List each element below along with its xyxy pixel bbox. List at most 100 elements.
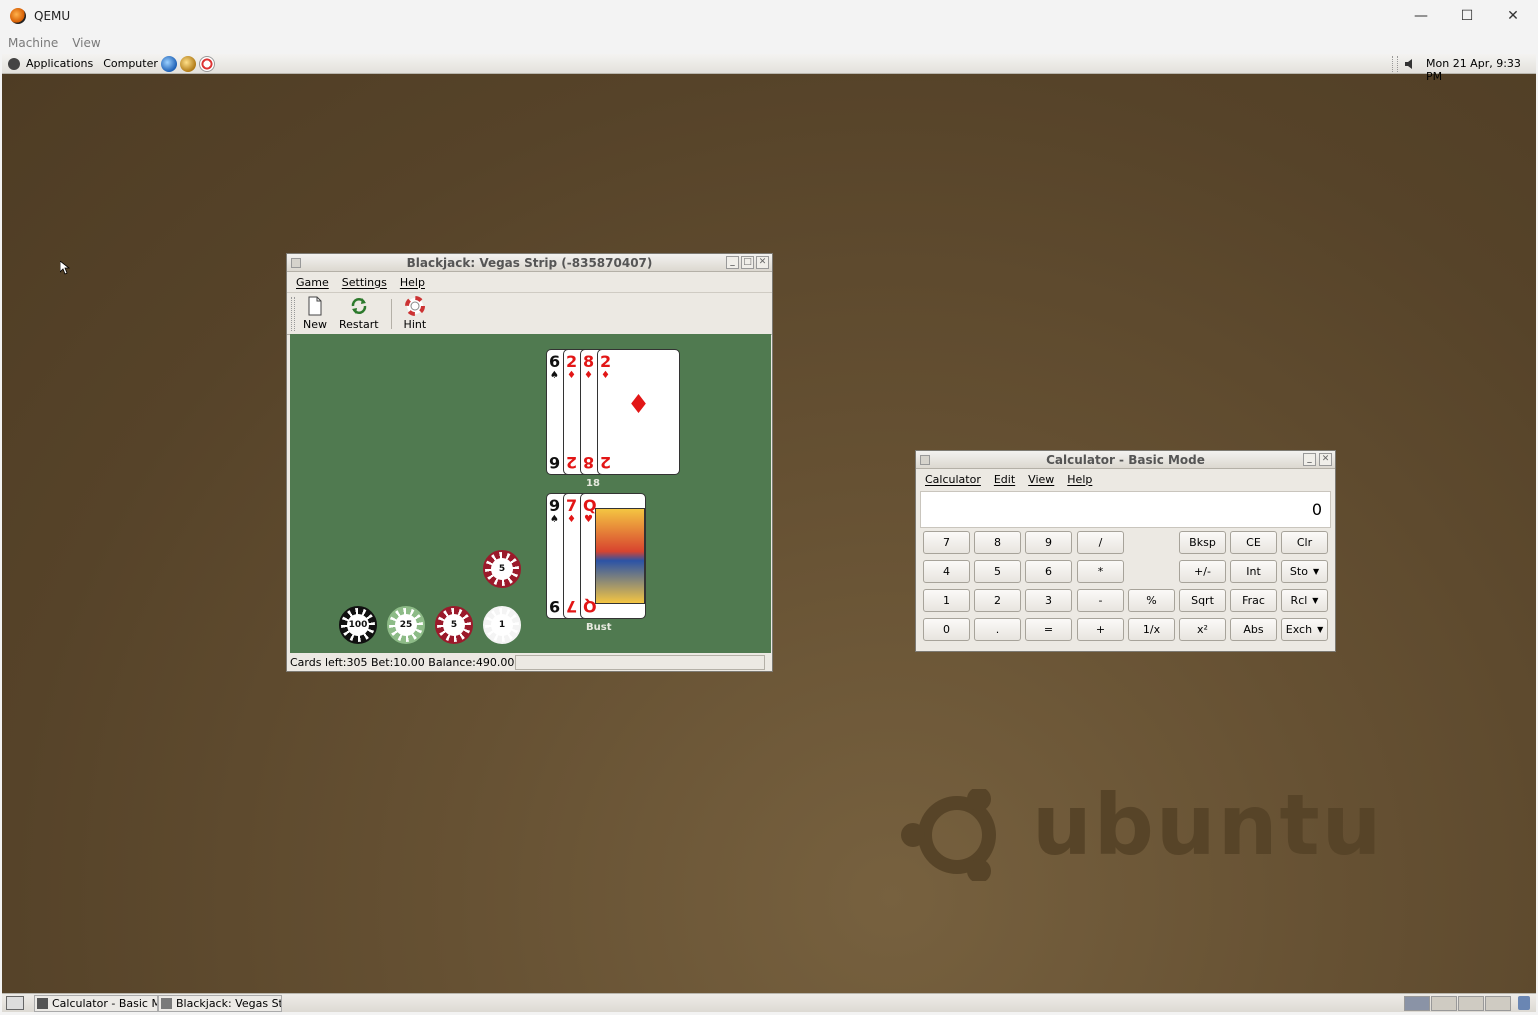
menu-edit[interactable]: Edit (994, 473, 1015, 486)
chip-100[interactable]: 100 (339, 606, 377, 644)
card-rank-bottom: 7 (566, 597, 578, 616)
calc-button-bksp[interactable]: Bksp (1179, 531, 1226, 554)
menu-help[interactable]: Help (1067, 473, 1092, 486)
calc-button-plus[interactable]: + (1077, 618, 1124, 641)
taskbar-item-blackjack[interactable]: Blackjack: Vegas Stri (158, 995, 282, 1012)
calc-button-0[interactable]: 0 (923, 618, 970, 641)
calc-button-reciprocal[interactable]: 1/x (1128, 618, 1175, 641)
chip-value: 5 (491, 558, 513, 580)
bottom-panel: Calculator - Basic Mo Blackjack: Vegas S… (2, 993, 1536, 1012)
blackjack-table[interactable]: 6♠62♦28♦82♦2♦ 18 9♠97♦7Q♥Q♥ Bust 1002551… (290, 334, 771, 653)
restart-label: Restart (339, 318, 379, 331)
bet-chip[interactable]: 5 (483, 550, 521, 588)
toolbar-handle[interactable] (291, 296, 295, 331)
browser-icon[interactable] (160, 55, 177, 72)
chip-5[interactable]: 5 (435, 606, 473, 644)
dropdown-arrow-icon: ▼ (1317, 625, 1324, 634)
calc-button-clr[interactable]: Clr (1281, 531, 1328, 554)
calc-button-2[interactable]: 2 (974, 589, 1021, 612)
queen-face-art (595, 508, 645, 604)
calc-button-percent[interactable]: % (1128, 589, 1175, 612)
workspace-2[interactable] (1431, 996, 1457, 1011)
calc-button-4[interactable]: 4 (923, 560, 970, 583)
calc-button-decimal[interactable]: . (974, 618, 1021, 641)
menu-view[interactable]: View (1028, 473, 1054, 486)
workspace-3[interactable] (1458, 996, 1484, 1011)
card-suit-icon: ♠ (550, 514, 559, 525)
minimize-button[interactable]: — (1398, 0, 1444, 31)
qemu-title: QEMU (34, 8, 71, 23)
taskbar-item-label: Blackjack: Vegas Stri (176, 997, 282, 1010)
blackjack-window: Blackjack: Vegas Strip (-835870407) _ □ … (286, 253, 773, 672)
workspace-1[interactable] (1404, 996, 1430, 1011)
new-document-icon (308, 296, 322, 316)
clock[interactable]: Mon 21 Apr, 9:33 PM (1426, 57, 1536, 83)
blackjack-toolbar: New Restart Hint (287, 292, 772, 335)
calculator-titlebar[interactable]: Calculator - Basic Mode _ ✕ (916, 451, 1335, 469)
calc-button-sto[interactable]: Sto ▼ (1281, 560, 1328, 583)
chip-25[interactable]: 25 (387, 606, 425, 644)
calc-button-plusminus[interactable]: +/- (1179, 560, 1226, 583)
chip-value: 1 (491, 614, 513, 636)
calc-button-abs[interactable]: Abs (1230, 618, 1277, 641)
calc-button-1[interactable]: 1 (923, 589, 970, 612)
show-desktop-icon[interactable] (6, 996, 24, 1010)
new-button[interactable]: New (303, 296, 327, 331)
menu-calculator[interactable]: Calculator (925, 473, 981, 486)
calc-button-equals[interactable]: = (1025, 618, 1072, 641)
minimize-window-button[interactable]: _ (1303, 453, 1316, 466)
window-menu-icon[interactable] (291, 258, 301, 268)
card-rank: 8 (583, 352, 595, 371)
menu-help[interactable]: Help (400, 276, 425, 289)
restart-button[interactable]: Restart (339, 296, 379, 331)
volume-icon[interactable] (1404, 58, 1416, 70)
calc-button-rcl[interactable]: Rcl ▼ (1281, 589, 1328, 612)
calc-button-frac[interactable]: Frac (1230, 589, 1277, 612)
workspace-4[interactable] (1485, 996, 1511, 1011)
chip-1[interactable]: 1 (483, 606, 521, 644)
maximize-button[interactable]: ☐ (1444, 0, 1490, 31)
calc-button-3[interactable]: 3 (1025, 589, 1072, 612)
card-suit-icon: ♦ (584, 370, 593, 381)
calc-button-6[interactable]: 6 (1025, 560, 1072, 583)
sto-label: Sto (1289, 565, 1308, 578)
menu-settings[interactable]: Settings (342, 276, 387, 289)
menu-game[interactable]: Game (296, 276, 329, 289)
calc-button-multiply[interactable]: * (1077, 560, 1124, 583)
mail-icon[interactable] (179, 55, 196, 72)
ubuntu-logo-icon (901, 789, 996, 881)
calc-button-8[interactable]: 8 (974, 531, 1021, 554)
calc-button-sqrt[interactable]: Sqrt (1179, 589, 1226, 612)
calc-button-int[interactable]: Int (1230, 560, 1277, 583)
calc-button-exch[interactable]: Exch ▼ (1281, 618, 1328, 641)
menu-view[interactable]: View (72, 36, 100, 50)
calc-button-minus[interactable]: - (1077, 589, 1124, 612)
taskbar-item-calculator[interactable]: Calculator - Basic Mo (34, 995, 158, 1012)
menu-machine[interactable]: Machine (8, 36, 58, 50)
chip-value: 5 (443, 614, 465, 636)
calc-button-divide[interactable]: / (1077, 531, 1124, 554)
card-rank-bottom: 2 (566, 453, 578, 472)
card-suit-icon: ♦ (567, 514, 576, 525)
trash-icon[interactable] (1518, 996, 1530, 1010)
hint-button[interactable]: Hint (403, 296, 427, 331)
close-window-button[interactable]: ✕ (756, 256, 769, 269)
qemu-menubar: Machine View (0, 31, 1538, 54)
calc-button-7[interactable]: 7 (923, 531, 970, 554)
help-icon[interactable] (198, 55, 215, 72)
minimize-window-button[interactable]: _ (726, 256, 739, 269)
card-rank-bottom: 9 (549, 597, 561, 616)
calc-button-ce[interactable]: CE (1230, 531, 1277, 554)
maximize-window-button[interactable]: □ (741, 256, 754, 269)
computer-menu[interactable]: Computer (103, 57, 158, 70)
calc-button-5[interactable]: 5 (974, 560, 1021, 583)
close-button[interactable]: ✕ (1490, 0, 1536, 31)
applications-menu[interactable]: Applications (26, 57, 93, 70)
window-menu-icon[interactable] (920, 455, 930, 465)
calc-button-square[interactable]: x² (1179, 618, 1226, 641)
blackjack-titlebar[interactable]: Blackjack: Vegas Strip (-835870407) _ □ … (287, 254, 772, 272)
calc-button-9[interactable]: 9 (1025, 531, 1072, 554)
close-window-button[interactable]: ✕ (1319, 453, 1332, 466)
card-suit-icon: ♠ (550, 370, 559, 381)
hint-label: Hint (403, 318, 427, 331)
